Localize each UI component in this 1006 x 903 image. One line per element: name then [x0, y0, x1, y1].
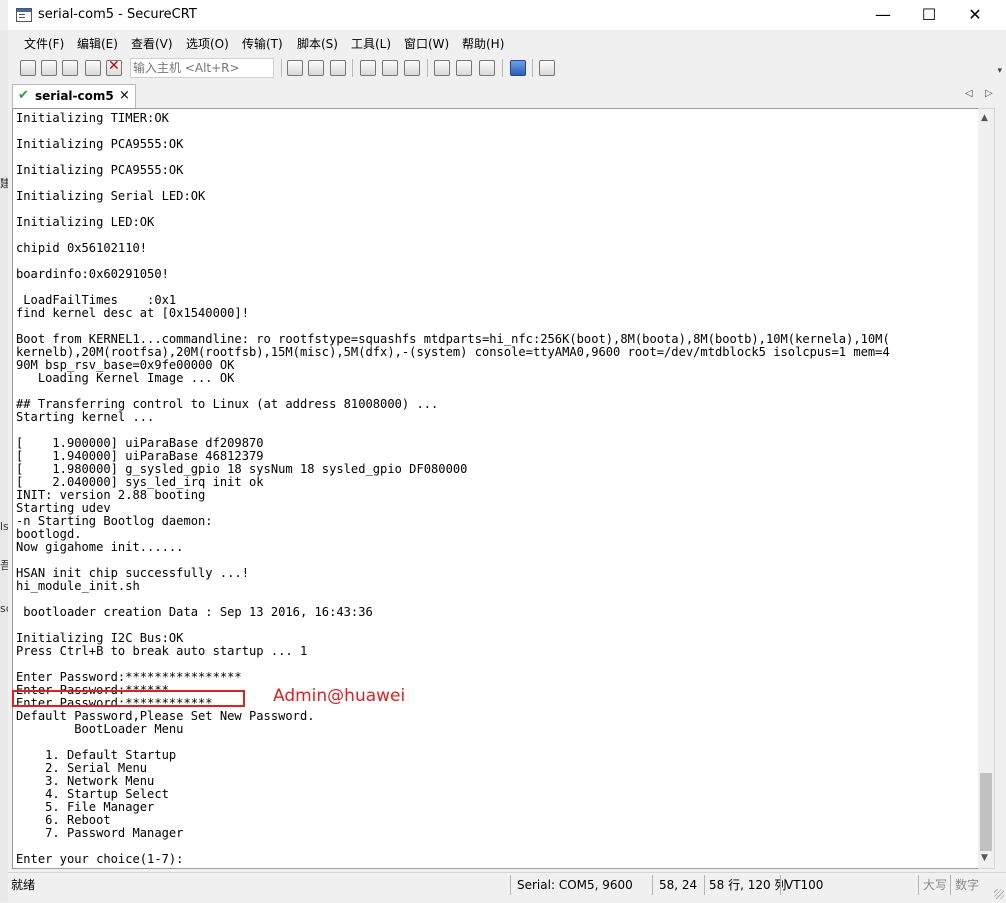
menu-options[interactable]: 选项(O)	[186, 35, 229, 52]
toolbar-separator	[352, 59, 353, 77]
toolbar-separator	[502, 59, 503, 77]
session-options-icon[interactable]	[434, 60, 450, 76]
terminal-area[interactable]: Initializing TIMER:OK Initializing PCA95…	[12, 108, 985, 869]
status-divider	[652, 875, 653, 895]
securecrt-window: serial-com5 - SecureCRT — ☐ ✕ 文件(F) 编辑(E…	[8, 0, 1006, 903]
tab-bar: ✔ serial-com5 × ◁ ▷	[8, 82, 1006, 108]
tab-serial-com5[interactable]: ✔ serial-com5 ×	[12, 84, 136, 108]
menu-help[interactable]: 帮助(H)	[462, 35, 504, 52]
sftp-icon[interactable]	[539, 60, 555, 76]
status-ready: 就绪	[11, 878, 36, 892]
reconnect-icon[interactable]	[85, 60, 101, 76]
status-serial: Serial: COM5, 9600	[517, 878, 633, 892]
status-emulation: VT100	[785, 878, 824, 892]
status-size: 58 行, 120 列	[709, 878, 787, 892]
window-title: serial-com5 - SecureCRT	[38, 7, 197, 22]
disconnect-icon[interactable]	[106, 58, 122, 76]
paste-icon[interactable]	[308, 60, 324, 76]
title-bar: serial-com5 - SecureCRT — ☐ ✕	[8, 0, 1006, 30]
help-icon[interactable]	[510, 60, 526, 76]
quick-connect-icon[interactable]	[41, 60, 57, 76]
menu-file[interactable]: 文件(F)	[24, 35, 64, 52]
connected-check-icon: ✔	[18, 88, 29, 103]
keymap-icon[interactable]	[479, 60, 495, 76]
app-icon	[16, 8, 32, 22]
menu-edit[interactable]: 编辑(E)	[77, 35, 118, 52]
print-icon[interactable]	[360, 60, 376, 76]
status-divider	[950, 875, 951, 895]
connect-tab-icon[interactable]	[62, 60, 78, 76]
menu-tools[interactable]: 工具(L)	[351, 35, 391, 52]
menu-script[interactable]: 脚本(S)	[297, 35, 338, 52]
status-num: 数字	[955, 878, 980, 892]
menu-view[interactable]: 查看(V)	[131, 35, 173, 52]
annotation-password-text: Admin@huawei	[273, 686, 406, 706]
toolbar-separator	[427, 59, 428, 77]
print-setup-icon[interactable]	[382, 60, 398, 76]
status-divider	[704, 875, 705, 895]
global-options-icon[interactable]	[456, 60, 472, 76]
maximize-button[interactable]: ☐	[906, 0, 952, 30]
scroll-down-icon[interactable]: ▼	[981, 853, 988, 863]
menu-transfer[interactable]: 传输(T)	[242, 35, 283, 52]
host-input[interactable]	[130, 58, 274, 78]
menu-window[interactable]: 窗口(W)	[404, 35, 449, 52]
minimize-button[interactable]: —	[860, 0, 906, 30]
status-cursor: 58, 24	[659, 878, 698, 892]
tab-scroll-left-icon[interactable]: ◁	[965, 88, 973, 99]
tab-close-icon[interactable]: ×	[119, 88, 130, 103]
status-caps: 大写	[923, 878, 948, 892]
annotation-highlight-box	[12, 690, 245, 707]
status-bar: 就绪 Serial: COM5, 9600 58, 24 58 行, 120 列…	[8, 872, 1006, 903]
find-icon[interactable]	[330, 60, 346, 76]
terminal-output: Initializing TIMER:OK Initializing PCA95…	[16, 111, 890, 866]
menu-bar: 文件(F) 编辑(E) 查看(V) 选项(O) 传输(T) 脚本(S) 工具(L…	[8, 32, 1006, 54]
terminal-scrollbar[interactable]: ▲ ▼	[978, 108, 995, 869]
scroll-up-icon[interactable]: ▲	[981, 113, 988, 123]
toolbar-separator	[532, 59, 533, 77]
close-button[interactable]: ✕	[952, 0, 998, 30]
tab-scroll-right-icon[interactable]: ▷	[985, 88, 993, 99]
copy-icon[interactable]	[287, 60, 303, 76]
tab-label: serial-com5	[35, 89, 114, 103]
status-divider	[510, 875, 511, 895]
status-divider	[918, 875, 919, 895]
scrollbar-thumb[interactable]	[980, 773, 992, 851]
status-divider	[780, 875, 781, 895]
resize-grip-icon[interactable]	[994, 889, 1004, 899]
toolbar-separator	[281, 59, 282, 77]
toolbar: ▾	[8, 54, 1006, 83]
toolbar-chevron-icon[interactable]: ▾	[997, 66, 1002, 76]
connect-icon[interactable]	[20, 60, 36, 76]
log-icon[interactable]	[404, 60, 420, 76]
